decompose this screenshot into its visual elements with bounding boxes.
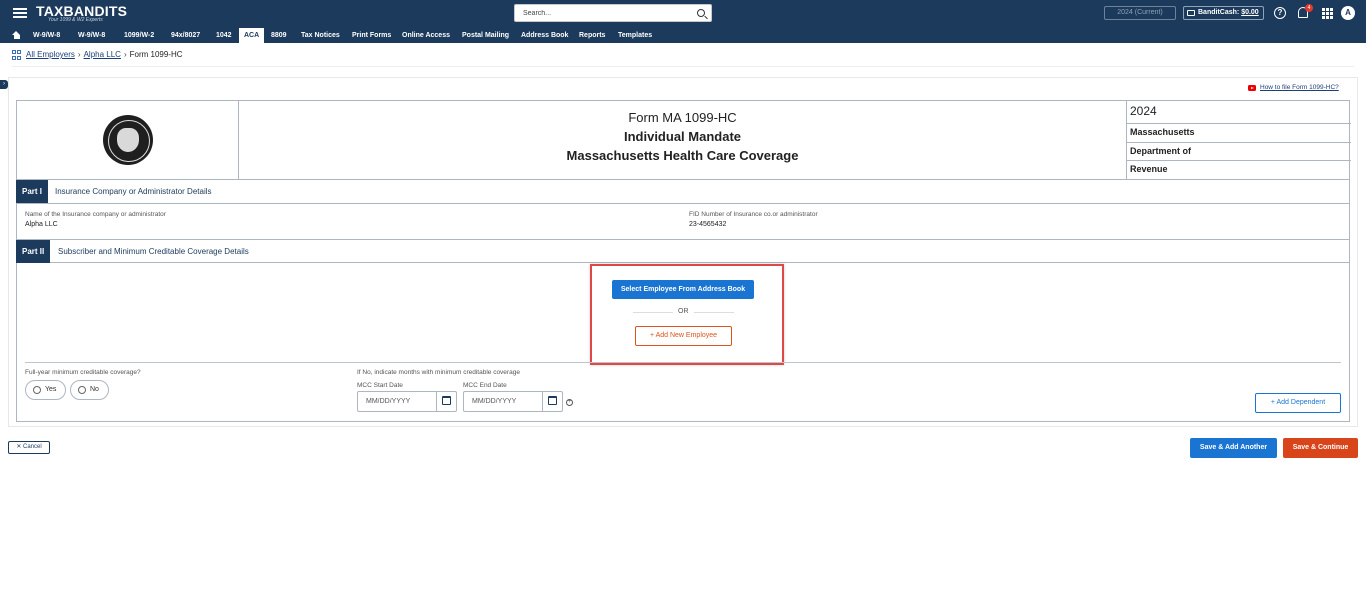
search-box: [514, 4, 712, 22]
tab-postal-mailing[interactable]: Postal Mailing: [462, 28, 509, 43]
calendar-icon: [548, 396, 557, 405]
form-state: Massachusetts: [1127, 124, 1351, 143]
sidebar-toggle-icon[interactable]: ›: [0, 80, 8, 89]
apps-grid-icon[interactable]: [1322, 8, 1333, 19]
help-icon[interactable]: ?: [1274, 7, 1286, 19]
coverage-yes-radio[interactable]: Yes: [25, 380, 66, 400]
calendar-icon: [442, 396, 451, 405]
form-title: Form MA 1099-HC: [628, 110, 737, 125]
mcc-end-date-input[interactable]: [464, 392, 542, 411]
full-year-coverage-label: Full-year minimum creditable coverage?: [25, 369, 141, 376]
calendar-button[interactable]: [542, 392, 562, 411]
tab-w9-w8-2[interactable]: W-9/W-8: [78, 28, 105, 43]
calendar-button[interactable]: [436, 392, 456, 411]
tab-aca[interactable]: ACA: [239, 28, 265, 43]
mcc-start-date-field: [357, 391, 457, 412]
coverage-no-radio[interactable]: No: [70, 380, 109, 400]
or-divider-left: [633, 312, 673, 313]
bandit-cash-label: BanditCash:: [1198, 9, 1240, 16]
how-to-file-link[interactable]: How to file Form 1099-HC?: [1260, 84, 1339, 91]
yes-label: Yes: [45, 386, 57, 393]
tab-online-access[interactable]: Online Access: [402, 28, 450, 43]
massachusetts-seal-icon: [103, 115, 153, 165]
add-new-employee-button[interactable]: + Add New Employee: [635, 326, 732, 346]
part2-badge: Part II: [16, 240, 51, 263]
tab-1042[interactable]: 1042: [216, 28, 232, 43]
tab-tax-notices[interactable]: Tax Notices: [301, 28, 340, 43]
mcc-end-label: MCC End Date: [463, 382, 507, 389]
bandit-cash-value: $0.00: [1241, 9, 1259, 16]
bandit-cash[interactable]: BanditCash: $0.00: [1183, 6, 1264, 20]
breadcrumb-current: Form 1099-HC: [129, 50, 183, 59]
tab-1099-w2[interactable]: 1099/W-2: [124, 28, 154, 43]
mcc-start-label: MCC Start Date: [357, 382, 403, 389]
form-meta-cell: 2024 Massachusetts Department of Revenue: [1126, 100, 1351, 180]
fid-value: 23-4565432: [689, 221, 727, 228]
tab-templates[interactable]: Templates: [618, 28, 652, 43]
mcc-end-date-field: [463, 391, 563, 412]
search-icon[interactable]: [697, 9, 705, 17]
select-employee-button[interactable]: Select Employee From Address Book: [612, 280, 754, 299]
save-add-another-button[interactable]: Save & Add Another: [1190, 438, 1277, 458]
no-label: No: [90, 386, 99, 393]
tab-8809[interactable]: 8809: [271, 28, 287, 43]
part1-label: Insurance Company or Administrator Detai…: [55, 187, 212, 196]
part1-badge: Part I: [16, 180, 49, 203]
tab-94x-8027[interactable]: 94x/8027: [171, 28, 200, 43]
save-continue-button[interactable]: Save & Continue: [1283, 438, 1358, 458]
logo-tagline: Your 1099 & W2 Experts: [48, 17, 103, 23]
tab-w9-w8[interactable]: W-9/W-8: [33, 28, 60, 43]
form-year: 2024: [1127, 100, 1351, 124]
youtube-icon: [1248, 85, 1256, 91]
chevron-right-icon: ›: [123, 50, 127, 59]
tab-address-book[interactable]: Address Book: [521, 28, 568, 43]
section-divider: [25, 362, 1341, 363]
breadcrumb-employer[interactable]: Alpha LLC: [84, 50, 121, 59]
top-header: TAXBANDITS Your 1099 & W2 Experts 2024 (…: [0, 0, 1366, 28]
form-dept-line1: Department of: [1127, 143, 1351, 161]
part2-label: Subscriber and Minimum Creditable Covera…: [58, 247, 249, 256]
form-dept-line2: Revenue: [1130, 164, 1168, 174]
insurer-name-value: Alpha LLC: [25, 221, 58, 228]
menu-icon[interactable]: [13, 8, 27, 18]
radio-icon: [78, 386, 86, 394]
insurer-name-label: Name of the Insurance company or adminis…: [25, 211, 166, 218]
months-coverage-label: If No, indicate months with minimum cred…: [357, 369, 520, 376]
form-title-cell: Form MA 1099-HC Individual Mandate Massa…: [239, 100, 1126, 180]
form-subtitle-2: Massachusetts Health Care Coverage: [566, 148, 799, 163]
add-period-icon[interactable]: +: [566, 399, 573, 406]
part1-header: Part I Insurance Company or Administrato…: [16, 180, 1350, 204]
breadcrumb: All Employers › Alpha LLC › Form 1099-HC: [12, 49, 183, 61]
tab-print-forms[interactable]: Print Forms: [352, 28, 391, 43]
fid-label: FID Number of Insurance co.or administra…: [689, 211, 818, 218]
breadcrumb-all-employers[interactable]: All Employers: [26, 50, 75, 59]
or-divider-right: [694, 312, 734, 313]
form-subtitle: Individual Mandate: [623, 129, 741, 144]
divider: [12, 66, 1354, 67]
wallet-icon: [1187, 10, 1195, 16]
cancel-button[interactable]: ✕ Cancel: [8, 441, 50, 454]
or-text: OR: [678, 308, 689, 315]
notification-count-badge: 4: [1305, 4, 1313, 12]
tax-year-select[interactable]: 2024 (Current): [1104, 6, 1176, 20]
tab-reports[interactable]: Reports: [579, 28, 605, 43]
radio-icon: [33, 386, 41, 394]
home-icon[interactable]: [12, 31, 21, 39]
mcc-start-date-input[interactable]: [358, 392, 436, 411]
add-dependent-button[interactable]: + Add Dependent: [1255, 393, 1341, 413]
main-nav: W-9/W-8 W-9/W-8 1099/W-2 94x/8027 1042 A…: [0, 28, 1366, 43]
part2-header: Part II Subscriber and Minimum Creditabl…: [16, 239, 1350, 263]
search-input[interactable]: [523, 5, 693, 21]
chevron-right-icon: ›: [77, 50, 81, 59]
user-avatar[interactable]: A: [1341, 6, 1355, 20]
employers-grid-icon: [12, 50, 22, 60]
